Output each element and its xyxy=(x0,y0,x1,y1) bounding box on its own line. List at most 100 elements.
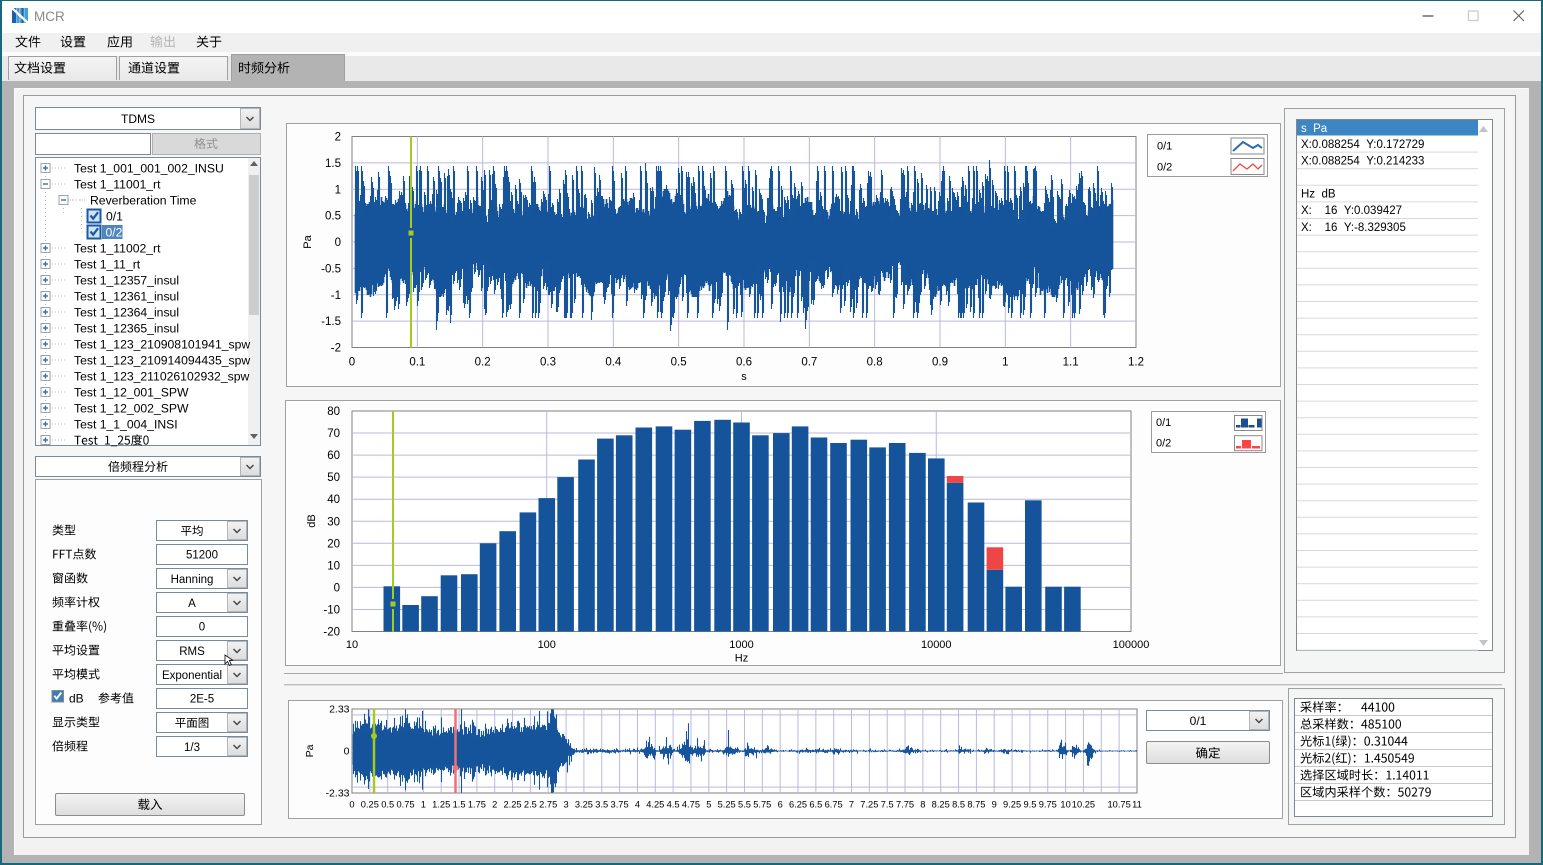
svg-text:0.9: 0.9 xyxy=(932,357,948,369)
svg-text:9.5: 9.5 xyxy=(1023,800,1036,810)
svg-text:40: 40 xyxy=(327,494,340,506)
svg-text:Test 1_12365_insul: Test 1_12365_insul xyxy=(74,322,179,336)
svg-text:50: 50 xyxy=(327,472,340,484)
svg-text:9.75: 9.75 xyxy=(1039,800,1057,810)
svg-text:0: 0 xyxy=(335,237,341,249)
svg-text:5.75: 5.75 xyxy=(753,800,771,810)
svg-text:Test 1_123_210908101941_spw: Test 1_123_210908101941_spw xyxy=(74,338,250,352)
svg-text:7.75: 7.75 xyxy=(896,800,914,810)
svg-text:0/1: 0/1 xyxy=(1190,714,1207,728)
svg-text:1000: 1000 xyxy=(729,639,753,651)
svg-text:51200: 51200 xyxy=(186,550,218,562)
svg-text:0/1: 0/1 xyxy=(1156,417,1171,429)
svg-text:0/2: 0/2 xyxy=(1156,438,1171,450)
svg-text:-1.5: -1.5 xyxy=(321,316,341,328)
svg-text:0/1: 0/1 xyxy=(1157,141,1172,153)
svg-text:Test 1_12364_insul: Test 1_12364_insul xyxy=(74,306,179,320)
svg-text:1.75: 1.75 xyxy=(468,800,486,810)
svg-text:6: 6 xyxy=(778,800,783,810)
svg-text:s Pa: s Pa xyxy=(1301,123,1328,135)
svg-text:-2: -2 xyxy=(331,343,341,355)
svg-text:9: 9 xyxy=(992,800,997,810)
svg-text:X: 16 Y:-8.329305: X: 16 Y:-8.329305 xyxy=(1301,222,1406,234)
svg-text:5: 5 xyxy=(706,800,711,810)
svg-text:X:0.088254 Y:0.214233: X:0.088254 Y:0.214233 xyxy=(1301,155,1424,167)
svg-text:1.25: 1.25 xyxy=(432,800,450,810)
svg-text:Hz dB: Hz dB xyxy=(1301,189,1336,201)
svg-text:0.1: 0.1 xyxy=(409,357,425,369)
svg-text:30: 30 xyxy=(327,516,340,528)
svg-text:5.25: 5.25 xyxy=(718,800,736,810)
svg-text:4.75: 4.75 xyxy=(682,800,700,810)
svg-text:0.2: 0.2 xyxy=(475,357,491,369)
svg-text:Test 1_123_211026102932_spw: Test 1_123_211026102932_spw xyxy=(74,370,249,384)
svg-text:dB: dB xyxy=(306,514,318,527)
svg-text:TDMS: TDMS xyxy=(121,112,155,126)
svg-text:1.5: 1.5 xyxy=(325,158,341,170)
svg-text:Test 1_12357_insul: Test 1_12357_insul xyxy=(74,274,179,288)
svg-text:0.7: 0.7 xyxy=(801,357,817,369)
svg-text:6.5: 6.5 xyxy=(809,800,822,810)
svg-text:Test 1_11002_rt: Test 1_11002_rt xyxy=(74,242,161,256)
svg-text:Test 1_001_001_002_INSU: Test 1_001_001_002_INSU xyxy=(74,162,224,176)
svg-text:100000: 100000 xyxy=(1113,639,1150,651)
svg-text:10: 10 xyxy=(1060,800,1070,810)
svg-text:Exponential: Exponential xyxy=(162,670,222,682)
svg-text:0/1: 0/1 xyxy=(106,210,123,224)
svg-text:Pa: Pa xyxy=(304,744,316,757)
svg-text:0/2: 0/2 xyxy=(106,226,123,240)
svg-text:1.5: 1.5 xyxy=(453,800,466,810)
svg-text:Reverberation Time: Reverberation Time xyxy=(90,194,197,208)
svg-text:Test 1_123_210914094435_spw: Test 1_123_210914094435_spw xyxy=(74,354,250,368)
svg-text:60: 60 xyxy=(327,450,340,462)
svg-text:Pa: Pa xyxy=(302,234,314,248)
svg-text:MCR: MCR xyxy=(34,9,65,24)
svg-text:20: 20 xyxy=(327,538,340,550)
svg-text:8.75: 8.75 xyxy=(967,800,985,810)
svg-text:Test 1_12361_insul: Test 1_12361_insul xyxy=(74,290,179,304)
svg-text:11: 11 xyxy=(1132,800,1142,810)
svg-text:1/3: 1/3 xyxy=(184,742,200,754)
svg-text:2E-5: 2E-5 xyxy=(190,694,214,706)
svg-text:0: 0 xyxy=(349,357,355,369)
svg-text:X:0.088254 Y:0.172729: X:0.088254 Y:0.172729 xyxy=(1301,139,1424,151)
svg-text:0.75: 0.75 xyxy=(396,800,414,810)
svg-text:0.4: 0.4 xyxy=(605,357,622,369)
svg-text:Test 1_12_001_SPW: Test 1_12_001_SPW xyxy=(74,386,189,400)
svg-text:7.25: 7.25 xyxy=(860,800,878,810)
svg-text:80: 80 xyxy=(327,406,340,418)
svg-text:10: 10 xyxy=(346,639,358,651)
svg-text:Test 1_12_002_SPW: Test 1_12_002_SPW xyxy=(74,402,189,416)
svg-text:8.25: 8.25 xyxy=(932,800,950,810)
svg-text:4.5: 4.5 xyxy=(667,800,680,810)
svg-text:10.75: 10.75 xyxy=(1107,800,1130,810)
svg-text:Test 1_11_rt: Test 1_11_rt xyxy=(74,258,141,272)
svg-text:2.25: 2.25 xyxy=(504,800,522,810)
svg-text:0.8: 0.8 xyxy=(867,357,883,369)
svg-text:2: 2 xyxy=(492,800,497,810)
svg-text:10000: 10000 xyxy=(921,639,952,651)
svg-text:3.5: 3.5 xyxy=(595,800,608,810)
svg-text:0.3: 0.3 xyxy=(540,357,556,369)
svg-text:X: 16 Y:0.039427: X: 16 Y:0.039427 xyxy=(1301,205,1402,217)
svg-text:Hanning: Hanning xyxy=(171,574,214,586)
svg-text:-2.33: -2.33 xyxy=(326,788,350,800)
svg-text:3.75: 3.75 xyxy=(611,800,629,810)
svg-text:-20: -20 xyxy=(323,627,340,639)
svg-text:1.1: 1.1 xyxy=(1063,357,1079,369)
svg-text:0: 0 xyxy=(199,622,205,634)
svg-text:-1: -1 xyxy=(331,290,341,302)
svg-text:0: 0 xyxy=(349,800,354,810)
svg-text:RMS: RMS xyxy=(179,646,205,658)
svg-text:s: s xyxy=(741,371,747,383)
svg-text:8: 8 xyxy=(920,800,925,810)
svg-text:0.5: 0.5 xyxy=(381,800,394,810)
svg-text:Test 1_11001_rt: Test 1_11001_rt xyxy=(74,178,161,192)
svg-text:4: 4 xyxy=(635,800,640,810)
svg-text:1.2: 1.2 xyxy=(1128,357,1144,369)
svg-text:0/2: 0/2 xyxy=(1157,162,1172,174)
svg-text:A: A xyxy=(188,598,196,610)
svg-text:7.5: 7.5 xyxy=(881,800,894,810)
svg-text:6.25: 6.25 xyxy=(789,800,807,810)
svg-text:0: 0 xyxy=(344,746,350,758)
